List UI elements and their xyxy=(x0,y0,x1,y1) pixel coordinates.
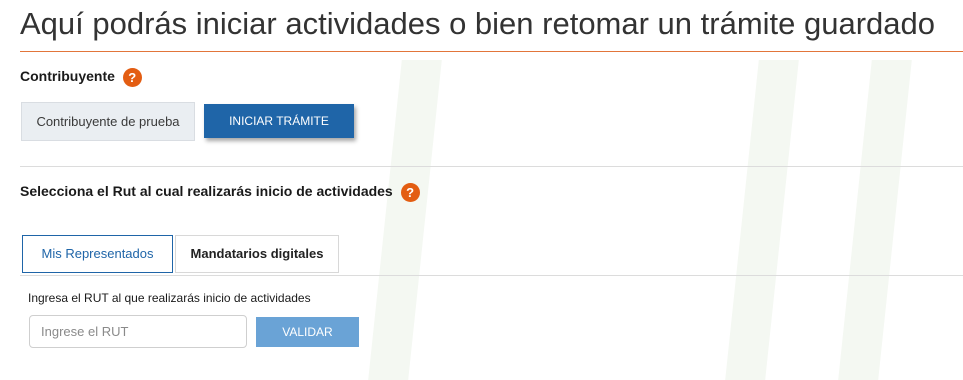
rut-field-label: Ingresa el RUT al que realizarás inicio … xyxy=(28,291,311,305)
rut-input[interactable] xyxy=(29,315,247,348)
tabs-divider xyxy=(20,275,963,276)
main-content: Aquí podrás iniciar actividades o bien r… xyxy=(0,0,963,368)
tab-mis-representados[interactable]: Mis Representados xyxy=(22,235,173,273)
section-divider xyxy=(20,166,963,167)
help-icon[interactable]: ? xyxy=(400,183,420,202)
tab-mandatarios-digitales[interactable]: Mandatarios digitales xyxy=(175,235,339,273)
help-icon[interactable]: ? xyxy=(122,68,142,87)
rut-section-label-row: Selecciona el Rut al cual realizarás ini… xyxy=(20,183,420,202)
contribuyente-name-box: Contribuyente de prueba xyxy=(21,102,195,141)
rut-section-label: Selecciona el Rut al cual realizarás ini… xyxy=(20,183,393,200)
contribuyente-label: Contribuyente xyxy=(20,68,115,85)
iniciar-tramite-button[interactable]: INICIAR TRÁMITE xyxy=(204,104,354,138)
page-title: Aquí podrás iniciar actividades o bien r… xyxy=(20,6,936,41)
validar-button[interactable]: VALIDAR xyxy=(256,317,359,347)
title-divider xyxy=(20,51,963,52)
contribuyente-label-row: Contribuyente ? xyxy=(20,68,142,87)
